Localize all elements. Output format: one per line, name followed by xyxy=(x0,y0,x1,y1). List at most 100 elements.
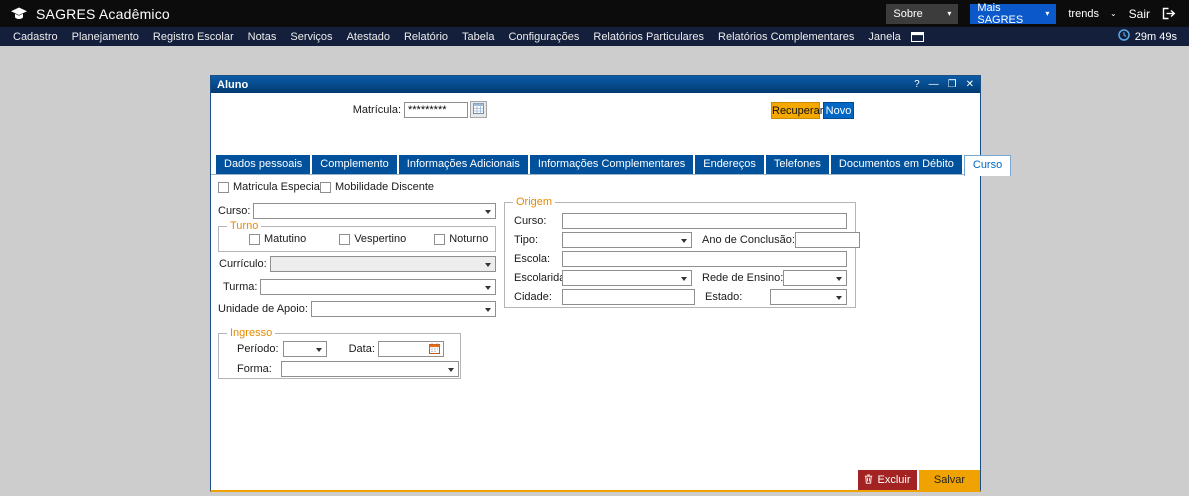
trends-label: trends xyxy=(1068,8,1099,20)
matutino-label: Matutino xyxy=(264,233,306,245)
vespertino-group: Vespertino xyxy=(339,233,406,245)
escolaridade-select[interactable] xyxy=(562,270,692,286)
recuperar-button[interactable]: Recuperar xyxy=(771,102,820,119)
aluno-dialog: Aluno ? — ❐ ✕ Matrícula: Recuperar Novo xyxy=(210,75,981,492)
tab-telefones[interactable]: Telefones xyxy=(766,155,829,174)
desktop: Aluno ? — ❐ ✕ Matrícula: Recuperar Novo xyxy=(0,46,1189,496)
trends-dropdown[interactable]: trends ⌄ xyxy=(1068,8,1116,20)
periodo-select[interactable] xyxy=(283,341,327,357)
minimize-button[interactable]: — xyxy=(929,76,939,93)
escola-input[interactable] xyxy=(562,251,847,267)
noturno-checkbox[interactable] xyxy=(434,234,445,245)
origem-fieldset: Origem Curso: Tipo: Ano de Conclusão: Es… xyxy=(504,202,856,308)
menu-item-relatorios-particulares[interactable]: Relatórios Particulares xyxy=(586,31,711,43)
menu-item-notas[interactable]: Notas xyxy=(241,31,284,43)
menu-item-registro-escolar[interactable]: Registro Escolar xyxy=(146,31,241,43)
menu-item-servicos[interactable]: Serviços xyxy=(283,31,339,43)
matricula-label: Matrícula: xyxy=(321,104,401,116)
menu-item-atestado[interactable]: Atestado xyxy=(340,31,397,43)
topbar: SAGRES Acadêmico Sobre ▾ Mais SAGRES ▾ t… xyxy=(0,0,1189,27)
dialog-titlebar[interactable]: Aluno ? — ❐ ✕ xyxy=(211,76,980,93)
noturno-label: Noturno xyxy=(449,233,488,245)
turno-fieldset: Turno Matutino Vespertino Noturno xyxy=(218,226,496,252)
tab-dados-pessoais[interactable]: Dados pessoais xyxy=(216,155,310,174)
matutino-checkbox[interactable] xyxy=(249,234,260,245)
tab-documentos-em-debito[interactable]: Documentos em Débito xyxy=(831,155,962,174)
tipo-select[interactable] xyxy=(562,232,692,248)
ingresso-row-1: Período: Data: xyxy=(237,341,460,357)
ingresso-fieldset: Ingresso Período: Data: Forma: xyxy=(218,333,461,379)
curso-label: Curso: xyxy=(218,205,250,217)
unidade-apoio-row: Unidade de Apoio: xyxy=(218,301,496,317)
mais-sagres-dropdown[interactable]: Mais SAGRES ▾ xyxy=(970,4,1056,24)
app-title: SAGRES Acadêmico xyxy=(36,6,170,22)
tab-enderecos[interactable]: Endereços xyxy=(695,155,764,174)
menu-item-cadastro[interactable]: Cadastro xyxy=(6,31,65,43)
data-input[interactable] xyxy=(378,341,444,357)
sobre-label: Sobre xyxy=(893,8,922,20)
novo-button[interactable]: Novo xyxy=(823,102,854,119)
origem-cidade-row: Cidade: Estado: xyxy=(514,289,847,305)
menu-item-relatorios-complementares[interactable]: Relatórios Complementares xyxy=(711,31,861,43)
menu-item-tabela[interactable]: Tabela xyxy=(455,31,501,43)
excluir-label: Excluir xyxy=(877,474,910,486)
matricula-lookup-button[interactable] xyxy=(470,101,487,118)
unidade-apoio-select[interactable] xyxy=(311,301,496,317)
estado-select[interactable] xyxy=(770,289,847,305)
matricula-especial-label: Matricula Especial xyxy=(233,181,322,193)
menu-item-configuracoes[interactable]: Configurações xyxy=(501,31,586,43)
maximize-button[interactable]: ❐ xyxy=(948,76,957,93)
mais-sagres-label: Mais SAGRES xyxy=(977,2,1039,26)
curriculo-label: Currículo: xyxy=(219,258,267,270)
topbar-actions: Sobre ▾ Mais SAGRES ▾ trends ⌄ Sair xyxy=(886,4,1177,24)
noturno-group: Noturno xyxy=(434,233,488,245)
ano-conclusao-input[interactable] xyxy=(795,232,860,248)
calendar-icon xyxy=(429,342,440,357)
matricula-especial-checkbox[interactable] xyxy=(218,182,229,193)
chevron-down-icon: ⌄ xyxy=(1110,9,1117,18)
matricula-especial-group: Matricula Especial xyxy=(218,181,322,193)
mobilidade-discente-group: Mobilidade Discente xyxy=(320,181,434,193)
forma-select[interactable] xyxy=(281,361,459,377)
menu-item-relatorio[interactable]: Relatório xyxy=(397,31,455,43)
estado-label: Estado: xyxy=(705,291,742,303)
salvar-button[interactable]: Salvar xyxy=(919,470,980,490)
logout-icon[interactable] xyxy=(1162,7,1177,20)
rede-ensino-label: Rede de Ensino: xyxy=(702,272,783,284)
vespertino-checkbox[interactable] xyxy=(339,234,350,245)
tipo-label: Tipo: xyxy=(514,234,562,246)
menubar: Cadastro Planejamento Registro Escolar N… xyxy=(0,27,1189,46)
menu-item-janela[interactable]: Janela xyxy=(861,31,907,43)
matricula-input[interactable] xyxy=(404,102,468,118)
tab-complemento[interactable]: Complemento xyxy=(312,155,396,174)
grid-search-icon xyxy=(473,102,484,117)
calendar-button[interactable] xyxy=(428,343,442,356)
menu-item-planejamento[interactable]: Planejamento xyxy=(65,31,146,43)
sobre-dropdown[interactable]: Sobre ▾ xyxy=(886,4,958,24)
sair-button[interactable]: Sair xyxy=(1129,7,1150,21)
dialog-title: Aluno xyxy=(217,79,248,91)
help-button[interactable]: ? xyxy=(914,76,920,93)
chevron-down-icon: ▾ xyxy=(1045,9,1049,18)
turma-select[interactable] xyxy=(260,279,496,295)
curso-row: Curso: xyxy=(218,203,496,219)
curriculo-row: Currículo: xyxy=(219,256,496,272)
origem-curso-row: Curso: xyxy=(514,213,847,229)
window-icon[interactable] xyxy=(911,32,924,42)
tab-informacoes-complementares[interactable]: Informações Complementares xyxy=(530,155,693,174)
tab-informacoes-adicionais[interactable]: Informações Adicionais xyxy=(399,155,528,174)
close-button[interactable]: ✕ xyxy=(966,76,974,93)
turma-row: Turma: xyxy=(223,279,496,295)
mobilidade-discente-checkbox[interactable] xyxy=(320,182,331,193)
tab-curso[interactable]: Curso xyxy=(964,155,1011,176)
excluir-button[interactable]: Excluir xyxy=(858,470,917,490)
curso-select[interactable] xyxy=(253,203,496,219)
cidade-input[interactable] xyxy=(562,289,695,305)
origem-curso-label: Curso: xyxy=(514,215,562,227)
origem-escolaridade-row: Escolaridade: Rede de Ensino: xyxy=(514,270,847,286)
curriculo-select[interactable] xyxy=(270,256,496,272)
origem-curso-input[interactable] xyxy=(562,213,847,229)
vespertino-label: Vespertino xyxy=(354,233,406,245)
matricula-row: Matrícula: xyxy=(321,101,487,118)
rede-ensino-select[interactable] xyxy=(783,270,847,286)
